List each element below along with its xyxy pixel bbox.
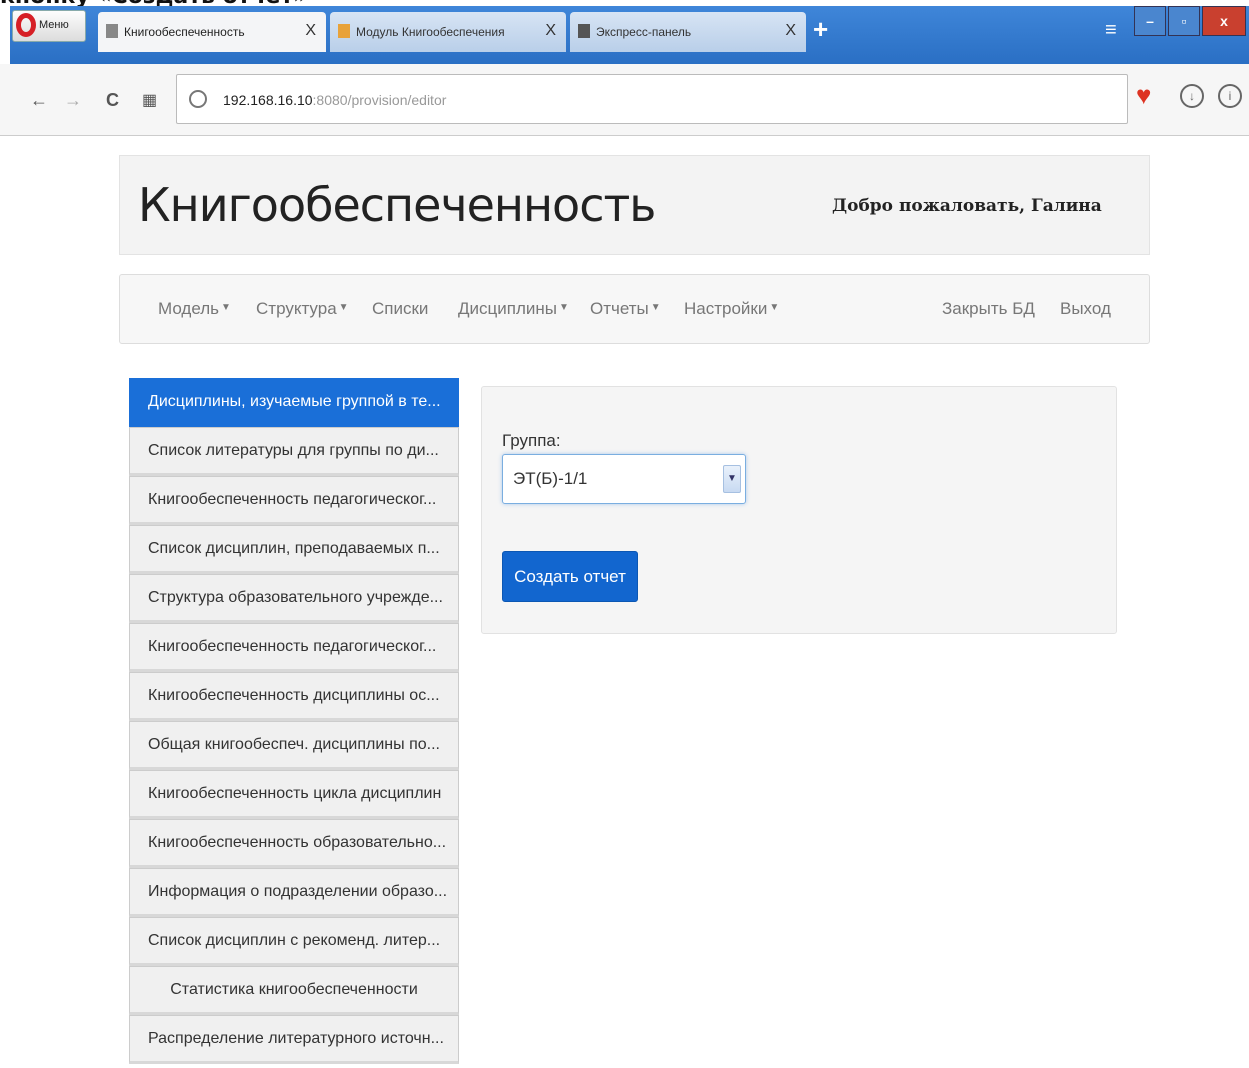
group-select[interactable]: ЭТ(Б)-1/1 ▼ [502,454,746,504]
create-report-button[interactable]: Создать отчет [502,551,638,602]
sidebar-item[interactable]: Книгообеспеченность педагогическог... [129,476,459,525]
speed-dial-grid-icon[interactable]: ▦ [142,90,157,110]
group-select-value: ЭТ(Б)-1/1 [513,469,588,488]
tab-menu-icon[interactable]: ≡ [1105,19,1117,42]
tab-label: Экспресс-панель [596,25,692,39]
browser-tab-strip: Меню Книгообеспеченность X Модуль Книгоо… [10,6,1249,64]
page-icon [338,24,350,38]
sidebar-item[interactable]: Информация о подразделении образо... [129,868,459,917]
sidebar-item[interactable]: Общая книгообеспеч. дисциплины по... [129,721,459,770]
sidebar-item[interactable]: Структура образовательного учрежде... [129,574,459,623]
caret-icon: ▼ [221,302,231,313]
report-form-panel: Группа: ЭТ(Б)-1/1 ▼ Создать отчет [481,386,1117,634]
tab-label: Книгообеспеченность [124,25,245,39]
caret-icon: ▼ [558,302,569,313]
sidebar-item[interactable]: Список дисциплин, преподаваемых п... [129,525,459,574]
caret-icon: ▼ [769,302,780,313]
report-sidebar: Дисциплины, изучаемые группой в те... Сп… [129,378,459,1064]
sidebar-item[interactable]: Распределение литературного источн... [129,1015,459,1064]
browser-toolbar: ← → C ▦ 192.168.16.10:8080/provision/edi… [0,64,1249,136]
minimize-icon[interactable]: – [1134,6,1166,36]
nav-close-db[interactable]: Закрыть БД [942,299,1035,319]
sidebar-item[interactable]: Книгообеспеченность образовательно... [129,819,459,868]
sidebar-item[interactable]: Дисциплины, изучаемые группой в те... [129,378,459,427]
main-navbar: Модель ▼ Структура ▼ Списки Дисциплины ▼ От… [119,274,1150,344]
new-tab-button[interactable]: + [813,16,828,42]
welcome-text: Добро пожаловать, Галина [832,196,1102,216]
tab-knigoobespechennost[interactable]: Книгообеспеченность X [98,12,326,52]
sidebar-item[interactable]: Книгообеспеченность цикла дисциплин [129,770,459,819]
site-info-icon[interactable] [189,90,207,108]
url-path: :8080/provision/editor [312,92,447,108]
nav-settings[interactable]: Настройки ▼ [684,299,779,319]
browser-menu-label: Меню [39,19,69,31]
nav-label: Отчеты [590,299,649,318]
download-icon[interactable]: ↓ [1180,84,1204,108]
chevron-down-icon[interactable]: ▼ [723,465,741,493]
opera-logo-icon [16,13,36,37]
nav-label: Дисциплины [458,299,557,318]
close-window-icon[interactable]: x [1202,6,1246,36]
close-tab-icon[interactable]: X [785,22,796,40]
forward-icon[interactable]: → [64,90,82,111]
caret-icon: ▼ [650,302,661,313]
page-icon [106,24,118,38]
toolbar-divider [0,135,1249,136]
nav-label: Модель [158,299,220,318]
nav-reports[interactable]: Отчеты ▼ [590,299,661,319]
nav-disciplines[interactable]: Дисциплины ▼ [458,299,569,319]
app-header: Книгообеспеченность Добро пожаловать, Га… [119,155,1150,255]
nav-structure[interactable]: Структура ▼ [256,299,349,319]
browser-menu-button[interactable]: Меню [12,10,86,42]
sidebar-item[interactable]: Книгообеспеченность педагогическог... [129,623,459,672]
url-text: 192.168.16.10:8080/provision/editor [223,92,446,108]
reload-icon[interactable]: C [106,90,119,111]
page-title: Книгообеспеченность [138,178,656,232]
heart-icon[interactable]: ♥ [1136,80,1151,111]
nav-model[interactable]: Модель ▼ [158,299,231,319]
tab-modul[interactable]: Модуль Книгообеспечения X [330,12,566,52]
nav-label: Структура [256,299,337,318]
tab-label: Модуль Книгообеспечения [356,25,505,39]
nav-label: Списки [372,299,429,318]
group-label: Группа: [502,431,561,450]
account-icon[interactable]: i [1218,84,1242,108]
nav-logout[interactable]: Выход [1060,299,1111,319]
sidebar-item[interactable]: Список литературы для группы по ди... [129,427,459,476]
nav-lists[interactable]: Списки [372,299,428,319]
sidebar-item[interactable]: Статистика книгообеспеченности [129,966,459,1015]
speed-dial-icon [578,24,590,38]
back-icon[interactable]: ← [30,90,48,111]
nav-label: Настройки [684,299,768,318]
url-host: 192.168.16.10 [223,92,313,108]
close-tab-icon[interactable]: X [305,22,316,40]
caret-icon: ▼ [338,302,349,313]
tab-express-panel[interactable]: Экспресс-панель X [570,12,806,52]
sidebar-item[interactable]: Книгообеспеченность дисциплины ос... [129,672,459,721]
maximize-icon[interactable]: ▫ [1168,6,1200,36]
sidebar-item[interactable]: Список дисциплин с рекоменд. литер... [129,917,459,966]
address-bar[interactable]: 192.168.16.10:8080/provision/editor [176,74,1128,124]
close-tab-icon[interactable]: X [545,22,556,40]
